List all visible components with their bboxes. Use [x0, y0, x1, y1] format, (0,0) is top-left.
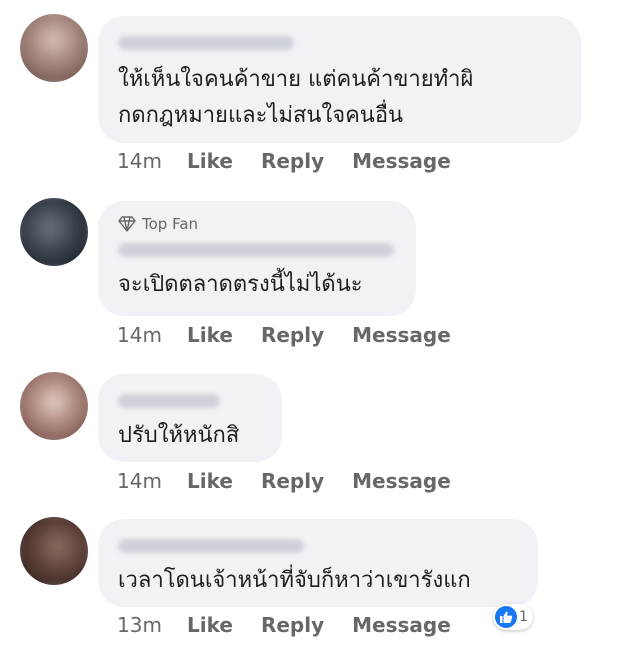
comment-bubble: ปรับให้หนักสิ [98, 374, 282, 462]
message-button[interactable]: Message [352, 149, 451, 173]
avatar[interactable] [20, 14, 88, 82]
timestamp[interactable]: 13m [117, 613, 187, 637]
like-button[interactable]: Like [187, 469, 233, 493]
avatar[interactable] [20, 198, 88, 266]
avatar[interactable] [20, 517, 88, 585]
diamond-icon [118, 216, 136, 232]
badge-label: Top Fan [142, 215, 199, 233]
comment-actions: 14m Like Reply Message [117, 466, 479, 496]
author-name[interactable] [118, 394, 220, 408]
comment-text: เวลาโดนเจ้าหน้าที่จับก็หาว่าเขารังแก [118, 568, 471, 593]
timestamp[interactable]: 14m [117, 323, 187, 347]
like-button[interactable]: Like [187, 149, 233, 173]
message-button[interactable]: Message [352, 469, 451, 493]
reply-button[interactable]: Reply [261, 149, 324, 173]
message-button[interactable]: Message [352, 613, 451, 637]
reply-button[interactable]: Reply [261, 613, 324, 637]
comment-bubble: Top Fan จะเปิดตลาดตรงนี้ไม่ได้นะ [98, 201, 416, 316]
comment-actions: 14m Like Reply Message [117, 320, 479, 350]
author-name[interactable] [118, 539, 304, 553]
reaction-summary[interactable]: 1 [493, 604, 533, 630]
comment-actions: 14m Like Reply Message [117, 146, 479, 176]
like-reaction-icon [495, 606, 517, 628]
reaction-count: 1 [519, 609, 528, 625]
comment-bubble: เวลาโดนเจ้าหน้าที่จับก็หาว่าเขารังแก [98, 519, 538, 607]
comment-bubble: ให้เห็นใจคนค้าขาย แต่คนค้าขายทำผิ กดกฎหม… [98, 16, 581, 143]
like-button[interactable]: Like [187, 323, 233, 347]
top-fan-badge: Top Fan [118, 213, 396, 235]
reply-button[interactable]: Reply [261, 323, 324, 347]
comment-actions: 13m Like Reply Message [117, 610, 479, 640]
author-name[interactable] [118, 36, 294, 50]
comment-text: กดกฎหมายและไม่สนใจคนอื่น [118, 103, 404, 128]
comment-text: ให้เห็นใจคนค้าขาย แต่คนค้าขายทำผิ [118, 67, 474, 92]
message-button[interactable]: Message [352, 323, 451, 347]
comment-text: จะเปิดตลาดตรงนี้ไม่ได้นะ [118, 272, 363, 297]
comment-text: ปรับให้หนักสิ [118, 423, 240, 448]
avatar[interactable] [20, 372, 88, 440]
timestamp[interactable]: 14m [117, 469, 187, 493]
author-name[interactable] [118, 243, 394, 257]
reply-button[interactable]: Reply [261, 469, 324, 493]
timestamp[interactable]: 14m [117, 149, 187, 173]
like-button[interactable]: Like [187, 613, 233, 637]
